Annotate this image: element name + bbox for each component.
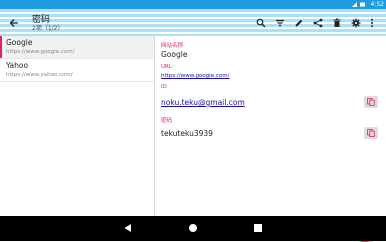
url-link[interactable]: https://www.google.com/: [161, 73, 229, 79]
list-item-url: https://www.google.com/: [6, 49, 75, 55]
recents-nav-icon[interactable]: [252, 222, 264, 234]
password-list: Google https://www.google.com/ Yahoo htt…: [0, 36, 155, 216]
more-icon[interactable]: [364, 15, 380, 31]
copy-id-button[interactable]: [364, 96, 378, 108]
site-name-value: Google: [161, 50, 188, 59]
page-subtitle: 2项（1/2）: [32, 25, 64, 32]
back-arrow-icon[interactable]: [6, 15, 22, 31]
settings-icon[interactable]: [348, 15, 364, 31]
list-item[interactable]: Google https://www.google.com/: [0, 36, 154, 59]
search-icon[interactable]: [253, 15, 269, 31]
share-icon[interactable]: [310, 15, 326, 31]
delete-icon[interactable]: [329, 15, 345, 31]
navigation-bar: [0, 216, 386, 241]
status-time: 4:52: [370, 1, 384, 8]
id-label: ID: [161, 84, 167, 90]
edit-icon[interactable]: [291, 15, 307, 31]
password-label: 密码: [161, 118, 173, 124]
site-name-label: 网站名称: [161, 43, 184, 49]
list-item-name: Yahoo: [6, 61, 29, 70]
status-icons: [352, 2, 365, 7]
back-nav-icon[interactable]: [122, 222, 134, 234]
id-link[interactable]: noku.teku@gmail.com: [161, 98, 245, 107]
list-item[interactable]: Yahoo https://www.yahoo.com/: [0, 59, 154, 82]
filter-icon[interactable]: [272, 15, 288, 31]
copy-icon: [367, 129, 375, 137]
url-label: URL: [161, 64, 172, 70]
copy-icon: [367, 98, 375, 106]
list-item-name: Google: [6, 38, 33, 47]
detail-pane: 网站名称 Google URL https://www.google.com/ …: [155, 36, 386, 216]
status-bar: 4:52: [0, 0, 386, 9]
password-value: tekuteku3939: [161, 129, 213, 138]
list-item-url: https://www.yahoo.com/: [6, 72, 73, 78]
app-bar: 密码 2项（1/2）: [0, 9, 386, 36]
copy-password-button[interactable]: [364, 127, 378, 139]
home-nav-icon[interactable]: [187, 222, 199, 234]
